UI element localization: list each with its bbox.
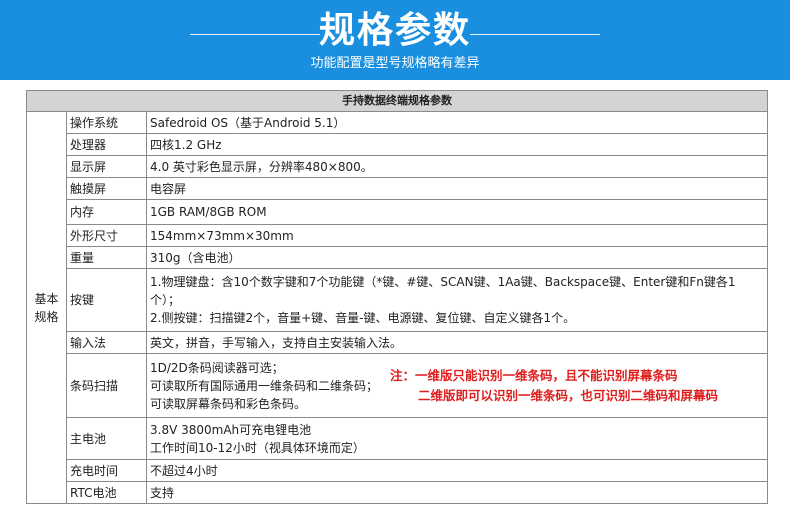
banner: 规格参数 功能配置是型号规格略有差异 [0,0,790,80]
row-name-display: 显示屏 [66,155,147,178]
row-name-input: 输入法 [66,331,147,354]
scan-line-1: 1D/2D条码阅读器可选； [150,360,284,375]
table-row: 按键 1.物理键盘：含10个数字键和7个功能键（*键、#键、SCAN键、1Aa键… [27,268,768,332]
table-row: 外形尺寸 154mm×73mm×30mm [27,224,768,247]
row-name-scan: 条码扫描 [66,353,147,418]
row-value-cpu: 四核1.2 GHz [146,133,768,156]
table-row: 基本 规格 操作系统 Safedroid OS（基于Android 5.1） [26,111,768,504]
banner-subtitle: 功能配置是型号规格略有差异 [310,56,480,71]
row-value-os: Safedroid OS（基于Android 5.1） [146,111,768,134]
row-value-display: 4.0 英寸彩色显示屏，分辨率480×800。 [146,155,768,178]
scan-note: 注：一维版只能识别一维条码，且不能识别屏幕条码 二维版即可以识别一维条码，也可识… [390,366,764,406]
row-value-charge-time: 不超过4小时 [146,459,768,482]
table-row: 输入法 英文，拼音，手写输入，支持自主安装输入法。 [27,331,768,354]
category-cell: 基本 规格 [26,111,67,504]
row-value-scan: 1D/2D条码阅读器可选； 可读取所有国际通用一维条码和二维条码； 可读取屏幕条… [146,353,768,418]
row-name-touch: 触摸屏 [66,177,147,200]
spec-table: 手持数据终端规格参数 基本 规格 操作系统 Safedroid OS（基于And… [26,90,768,504]
table-row: 显示屏 4.0 英寸彩色显示屏，分辨率480×800。 [27,155,768,178]
row-name-memory: 内存 [66,199,147,225]
row-name-size: 外形尺寸 [66,224,147,247]
table-row: 处理器 四核1.2 GHz [27,133,768,156]
banner-title: 规格参数 [318,10,471,51]
row-value-size: 154mm×73mm×30mm [146,224,768,247]
battery-line-1: 3.8V 3800mAh可充电锂电池 [150,422,312,437]
keys-line-2: 个）； [150,293,181,307]
scan-note-line-1: 注：一维版只能识别一维条码，且不能识别屏幕条码 [390,367,678,383]
table-row: 条码扫描 1D/2D条码阅读器可选； 可读取所有国际通用一维条码和二维条码； 可… [27,353,768,418]
table-row: 充电时间 不超过4小时 [27,459,768,482]
row-value-input: 英文，拼音，手写输入，支持自主安装输入法。 [146,331,768,354]
row-name-charge-time: 充电时间 [66,459,147,482]
row-name-cpu: 处理器 [66,133,147,156]
row-value-battery: 3.8V 3800mAh可充电锂电池 工作时间10-12小时（视具体环境而定） [146,417,768,460]
scan-note-line-2: 二维版即可以识别一维条码，也可识别二维码和屏幕码 [418,387,719,403]
keys-line-3: 2.侧按键：扫描键2个，音量+键、音量-键、电源键、复位键、自定义键各1个。 [150,311,576,325]
row-value-rtc: 支持 [146,481,768,504]
row-name-rtc: RTC电池 [66,481,147,504]
table-header: 手持数据终端规格参数 [26,90,768,112]
row-value-memory: 1GB RAM/8GB ROM [146,199,768,225]
table-row: 内存 1GB RAM/8GB ROM [27,199,768,225]
table-row: 触摸屏 电容屏 [27,177,768,200]
row-name-keys: 按键 [66,268,147,332]
scan-line-3: 可读取屏幕条码和彩色条码。 [150,396,307,411]
row-value-weight: 310g（含电池） [146,246,768,269]
row-value-keys: 1.物理键盘：含10个数字键和7个功能键（*键、#键、SCAN键、1Aa键、Ba… [146,268,768,332]
row-name-weight: 重量 [66,246,147,269]
scan-line-2: 可读取所有国际通用一维条码和二维条码； [150,378,379,393]
row-name-battery: 主电池 [66,417,147,460]
table-header-row: 手持数据终端规格参数 [26,90,768,112]
table-row: RTC电池 支持 [27,481,768,504]
row-value-touch: 电容屏 [146,177,768,200]
category-label-line1: 基本 [34,291,59,306]
table-row: 重量 310g（含电池） [27,246,768,269]
category-label-line2: 规格 [34,309,59,324]
row-name-os: 操作系统 [66,111,147,134]
table-row: 主电池 3.8V 3800mAh可充电锂电池 工作时间10-12小时（视具体环境… [27,417,768,460]
battery-line-2: 工作时间10-12小时（视具体环境而定） [150,440,365,455]
banner-divider-right [470,34,600,35]
keys-line-1: 1.物理键盘：含10个数字键和7个功能键（*键、#键、SCAN键、1Aa键、Ba… [150,275,736,289]
